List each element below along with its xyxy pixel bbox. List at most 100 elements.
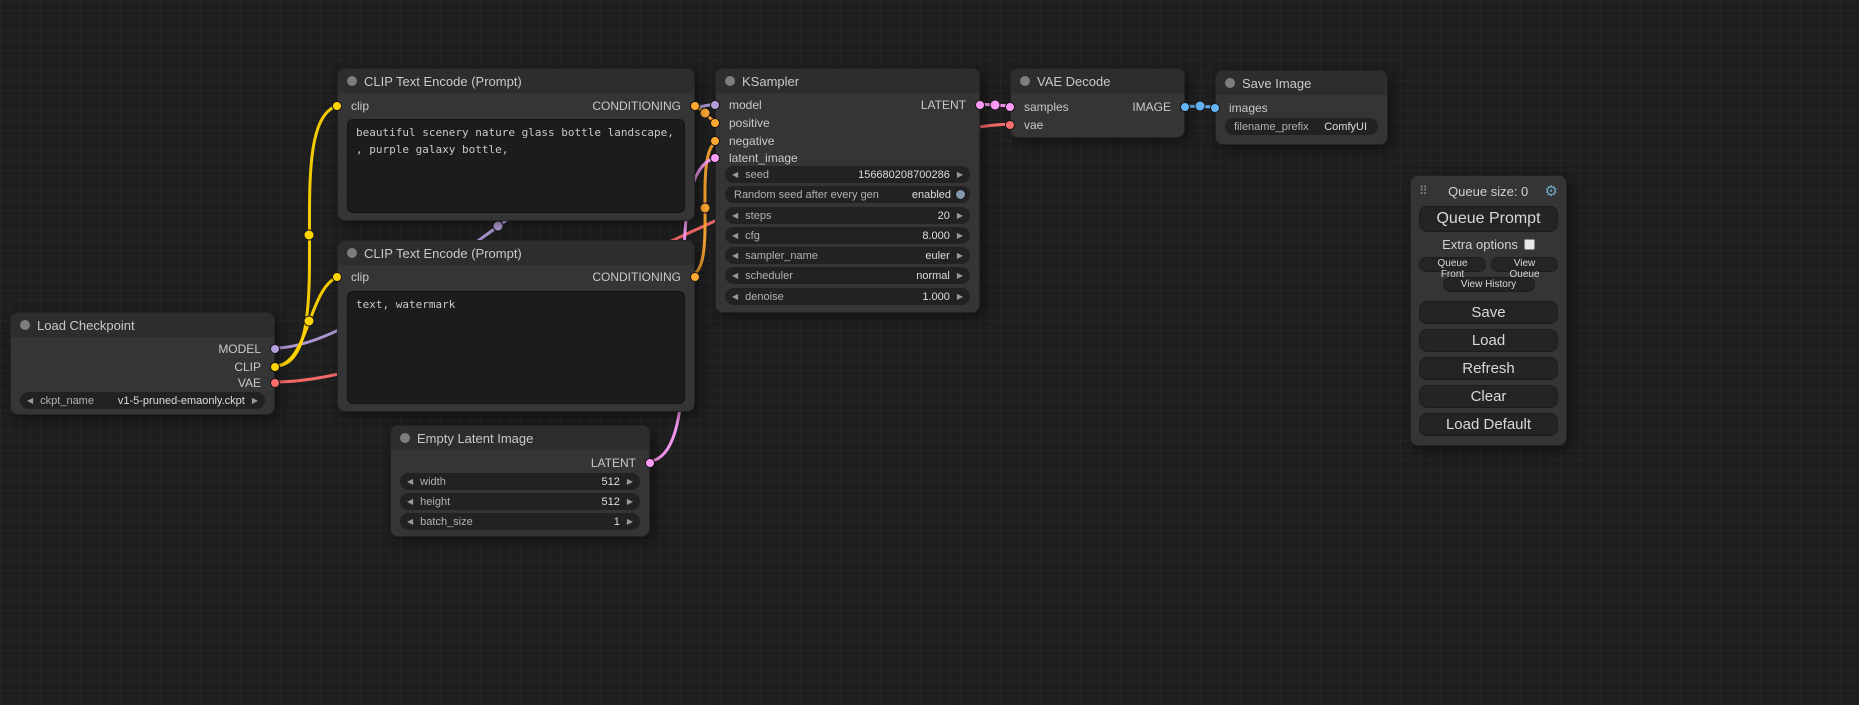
comfyui-canvas[interactable]: { "colors": { "model": "#b39ddb", "clip"… (0, 0, 1859, 705)
drag-handle-icon[interactable]: ⠿ (1419, 184, 1428, 198)
clear-button[interactable]: Clear (1419, 385, 1558, 408)
increment-arrow-icon[interactable]: ▶ (627, 478, 633, 486)
input-dot-clip[interactable] (332, 101, 342, 111)
widget-seed[interactable]: ◀ seed 156680208700286 ▶ (725, 166, 970, 183)
output-slot-latent[interactable]: LATENT (507, 454, 649, 472)
widget-batch-size[interactable]: ◀ batch_size 1 ▶ (400, 513, 640, 530)
widget-value: enabled (912, 189, 951, 201)
positive-prompt-textarea[interactable]: beautiful scenery nature glass bottle la… (347, 119, 685, 213)
node-save-image-title-bar[interactable]: Save Image (1216, 71, 1387, 95)
widget-height[interactable]: ◀ height 512 ▶ (400, 493, 640, 510)
decrement-arrow-icon[interactable]: ◀ (27, 397, 33, 405)
decrement-arrow-icon[interactable]: ◀ (732, 272, 738, 280)
input-dot-negative[interactable] (710, 136, 720, 146)
input-dot-latent-image[interactable] (710, 153, 720, 163)
input-dot-samples[interactable] (1005, 102, 1015, 112)
input-dot-images[interactable] (1210, 103, 1220, 113)
widget-cfg[interactable]: ◀ cfg 8.000 ▶ (725, 227, 970, 244)
node-load-checkpoint-title-bar[interactable]: Load Checkpoint (11, 313, 274, 337)
node-vae-decode-title-bar[interactable]: VAE Decode (1011, 69, 1184, 93)
decrement-arrow-icon[interactable]: ◀ (732, 252, 738, 260)
output-dot-clip[interactable] (270, 362, 280, 372)
decrement-arrow-icon[interactable]: ◀ (407, 478, 413, 486)
output-dot-latent[interactable] (975, 100, 985, 110)
output-dot-conditioning[interactable] (690, 101, 700, 111)
decrement-arrow-icon[interactable]: ◀ (732, 293, 738, 301)
output-dot-image[interactable] (1180, 102, 1190, 112)
load-default-button[interactable]: Load Default (1419, 413, 1558, 436)
input-slot-positive[interactable]: positive (716, 114, 861, 132)
input-dot-vae[interactable] (1005, 120, 1015, 130)
decrement-arrow-icon[interactable]: ◀ (732, 171, 738, 179)
output-slot-conditioning[interactable]: CONDITIONING (498, 268, 694, 286)
input-slot-vae[interactable]: vae (1011, 116, 1106, 134)
increment-arrow-icon[interactable]: ▶ (957, 252, 963, 260)
input-dot-positive[interactable] (710, 118, 720, 128)
node-empty-latent-image[interactable]: Empty Latent Image LATENT ◀ width 512 ▶ … (390, 425, 650, 537)
settings-gear-icon[interactable]: ⚙ (1545, 182, 1558, 200)
refresh-button[interactable]: Refresh (1419, 357, 1558, 380)
output-slot-conditioning[interactable]: CONDITIONING (498, 97, 694, 115)
increment-arrow-icon[interactable]: ▶ (957, 212, 963, 220)
increment-arrow-icon[interactable]: ▶ (957, 232, 963, 240)
increment-arrow-icon[interactable]: ▶ (957, 293, 963, 301)
increment-arrow-icon[interactable]: ▶ (957, 171, 963, 179)
input-slot-negative[interactable]: negative (716, 132, 861, 150)
widget-filename-prefix[interactable]: filename_prefix ComfyUI (1225, 118, 1378, 135)
increment-arrow-icon[interactable]: ▶ (627, 518, 633, 526)
decrement-arrow-icon[interactable]: ◀ (732, 212, 738, 220)
collapse-toggle-icon[interactable] (1020, 76, 1030, 86)
input-slot-latent-image[interactable]: latent_image (716, 149, 861, 167)
node-ksampler[interactable]: KSampler model LATENT positive negative … (715, 68, 980, 313)
increment-arrow-icon[interactable]: ▶ (252, 397, 258, 405)
increment-arrow-icon[interactable]: ▶ (627, 498, 633, 506)
output-dot-model[interactable] (270, 344, 280, 354)
node-clip-positive-title-bar[interactable]: CLIP Text Encode (Prompt) (338, 69, 694, 93)
input-dot-model[interactable] (710, 100, 720, 110)
node-title: KSampler (742, 74, 799, 89)
node-save-image[interactable]: Save Image images filename_prefix ComfyU… (1215, 70, 1388, 145)
widget-steps[interactable]: ◀ steps 20 ▶ (725, 207, 970, 224)
widget-ckpt-name[interactable]: ◀ ckpt_name v1-5-pruned-emaonly.ckpt ▶ (20, 392, 265, 409)
output-slot-image[interactable]: IMAGE (1089, 98, 1184, 116)
toggle-knob-icon[interactable] (955, 189, 966, 200)
widget-width[interactable]: ◀ width 512 ▶ (400, 473, 640, 490)
queue-front-button[interactable]: Queue Front (1419, 257, 1486, 272)
extra-options-checkbox[interactable] (1524, 239, 1535, 250)
node-vae-decode[interactable]: VAE Decode samples IMAGE vae (1010, 68, 1185, 138)
collapse-toggle-icon[interactable] (347, 76, 357, 86)
negative-prompt-textarea[interactable]: text, watermark (347, 291, 685, 404)
output-dot-vae[interactable] (270, 378, 280, 388)
widget-denoise[interactable]: ◀ denoise 1.000 ▶ (725, 288, 970, 305)
output-dot-latent[interactable] (645, 458, 655, 468)
node-load-checkpoint[interactable]: Load Checkpoint MODEL CLIP VAE ◀ ckpt_na… (10, 312, 275, 415)
widget-scheduler[interactable]: ◀ scheduler normal ▶ (725, 267, 970, 284)
output-slot-model[interactable]: MODEL (129, 340, 274, 358)
decrement-arrow-icon[interactable]: ◀ (407, 498, 413, 506)
collapse-toggle-icon[interactable] (20, 320, 30, 330)
collapse-toggle-icon[interactable] (725, 76, 735, 86)
load-button[interactable]: Load (1419, 329, 1558, 352)
node-clip-text-encode-negative[interactable]: CLIP Text Encode (Prompt) clip CONDITION… (337, 240, 695, 412)
queue-prompt-button[interactable]: Queue Prompt (1419, 206, 1558, 232)
decrement-arrow-icon[interactable]: ◀ (407, 518, 413, 526)
view-history-button[interactable]: View History (1443, 277, 1535, 292)
save-button[interactable]: Save (1419, 301, 1558, 324)
collapse-toggle-icon[interactable] (400, 433, 410, 443)
output-slot-latent[interactable]: LATENT (834, 96, 979, 114)
collapse-toggle-icon[interactable] (347, 248, 357, 258)
widget-sampler-name[interactable]: ◀ sampler_name euler ▶ (725, 247, 970, 264)
widget-random-seed-toggle[interactable]: Random seed after every gen enabled (725, 186, 970, 203)
view-queue-button[interactable]: View Queue (1491, 257, 1558, 272)
output-dot-conditioning[interactable] (690, 272, 700, 282)
collapse-toggle-icon[interactable] (1225, 78, 1235, 88)
decrement-arrow-icon[interactable]: ◀ (732, 232, 738, 240)
node-ksampler-title-bar[interactable]: KSampler (716, 69, 979, 93)
input-dot-clip[interactable] (332, 272, 342, 282)
node-clip-text-encode-positive[interactable]: CLIP Text Encode (Prompt) clip CONDITION… (337, 68, 695, 221)
input-slot-images[interactable]: images (1216, 99, 1310, 117)
increment-arrow-icon[interactable]: ▶ (957, 272, 963, 280)
output-slot-vae[interactable]: VAE (129, 374, 274, 392)
node-clip-negative-title-bar[interactable]: CLIP Text Encode (Prompt) (338, 241, 694, 265)
node-empty-latent-title-bar[interactable]: Empty Latent Image (391, 426, 649, 450)
